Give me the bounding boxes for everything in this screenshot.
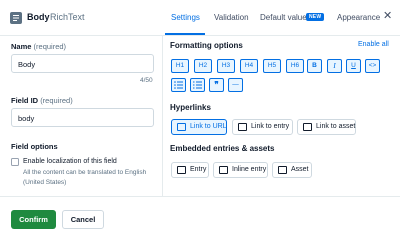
field-options-label: Field options: [11, 142, 58, 151]
new-badge: NEW: [306, 13, 325, 21]
localization-checkbox[interactable]: [11, 158, 19, 166]
quote-icon[interactable]: ❞: [209, 78, 224, 92]
embedded-title: Embedded entries & assets: [170, 144, 275, 153]
link-to-url-label: Link to URL: [190, 123, 227, 130]
format-h5-toggle[interactable]: H5: [263, 59, 281, 73]
format-h2-toggle[interactable]: H2: [194, 59, 212, 73]
dialog-header: Body RichText Settings Validation Defaul…: [0, 0, 400, 36]
horizontal-rule-icon[interactable]: —: [228, 78, 243, 92]
link-to-asset-toggle[interactable]: Link to asset: [297, 119, 356, 135]
format-italic-toggle[interactable]: I: [327, 59, 342, 73]
format-h6-toggle[interactable]: H6: [286, 59, 304, 73]
name-input[interactable]: Body: [11, 54, 154, 73]
name-char-counter: 4/50: [140, 77, 153, 84]
format-underline-toggle[interactable]: U: [346, 59, 361, 73]
hyperlinks-title: Hyperlinks: [170, 103, 211, 112]
embed-entry-toggle[interactable]: Entry: [171, 162, 209, 178]
active-tab-indicator: [165, 33, 205, 35]
link-url-icon: [177, 123, 186, 131]
link-asset-icon: [303, 123, 312, 131]
format-bold-toggle[interactable]: B: [307, 59, 322, 73]
field-name-title: Body: [27, 12, 50, 22]
embed-inline-entry-label: Inline entry: [232, 166, 267, 173]
embed-entry-label: Entry: [190, 166, 207, 173]
link-to-url-toggle[interactable]: Link to URL: [171, 119, 227, 135]
entry-icon: [177, 166, 186, 174]
bullet-list-icon[interactable]: [171, 78, 186, 92]
format-h4-toggle[interactable]: H4: [240, 59, 258, 73]
field-id-label: Field ID (required): [11, 96, 73, 105]
localization-label[interactable]: Enable localization of this field: [23, 158, 117, 165]
dialog-footer: [0, 196, 400, 241]
formatting-options-title: Formatting options: [170, 41, 243, 50]
tab-appearance[interactable]: Appearance: [337, 13, 380, 22]
format-h1-toggle[interactable]: H1: [171, 59, 189, 73]
tab-validation[interactable]: Validation: [214, 13, 249, 22]
inline-entry-icon: [219, 166, 228, 174]
richtext-icon: [10, 12, 22, 24]
format-h3-toggle[interactable]: H3: [217, 59, 235, 73]
embed-inline-entry-toggle[interactable]: Inline entry: [213, 162, 268, 178]
embed-asset-toggle[interactable]: Asset: [272, 162, 312, 178]
name-label: Name (required): [11, 42, 67, 51]
link-to-entry-toggle[interactable]: Link to entry: [232, 119, 293, 135]
tab-default-value[interactable]: Default value: [260, 13, 307, 22]
enable-all-link[interactable]: Enable all: [358, 41, 389, 48]
embed-asset-label: Asset: [291, 166, 309, 173]
confirm-button[interactable]: Confirm: [11, 210, 56, 229]
localization-help-text: All the content can be translated to Eng…: [23, 169, 147, 186]
format-code-toggle[interactable]: <>: [365, 59, 380, 73]
close-icon[interactable]: ✕: [383, 11, 392, 22]
tab-settings[interactable]: Settings: [171, 13, 200, 22]
link-entry-icon: [238, 123, 247, 131]
numbered-list-icon[interactable]: [190, 78, 205, 92]
link-to-entry-label: Link to entry: [251, 123, 290, 130]
field-type-label: RichText: [50, 12, 85, 22]
asset-icon: [278, 166, 287, 174]
field-id-input[interactable]: body: [11, 108, 154, 127]
column-divider: [162, 36, 163, 196]
link-to-asset-label: Link to asset: [316, 123, 356, 130]
cancel-button[interactable]: Cancel: [62, 210, 104, 229]
